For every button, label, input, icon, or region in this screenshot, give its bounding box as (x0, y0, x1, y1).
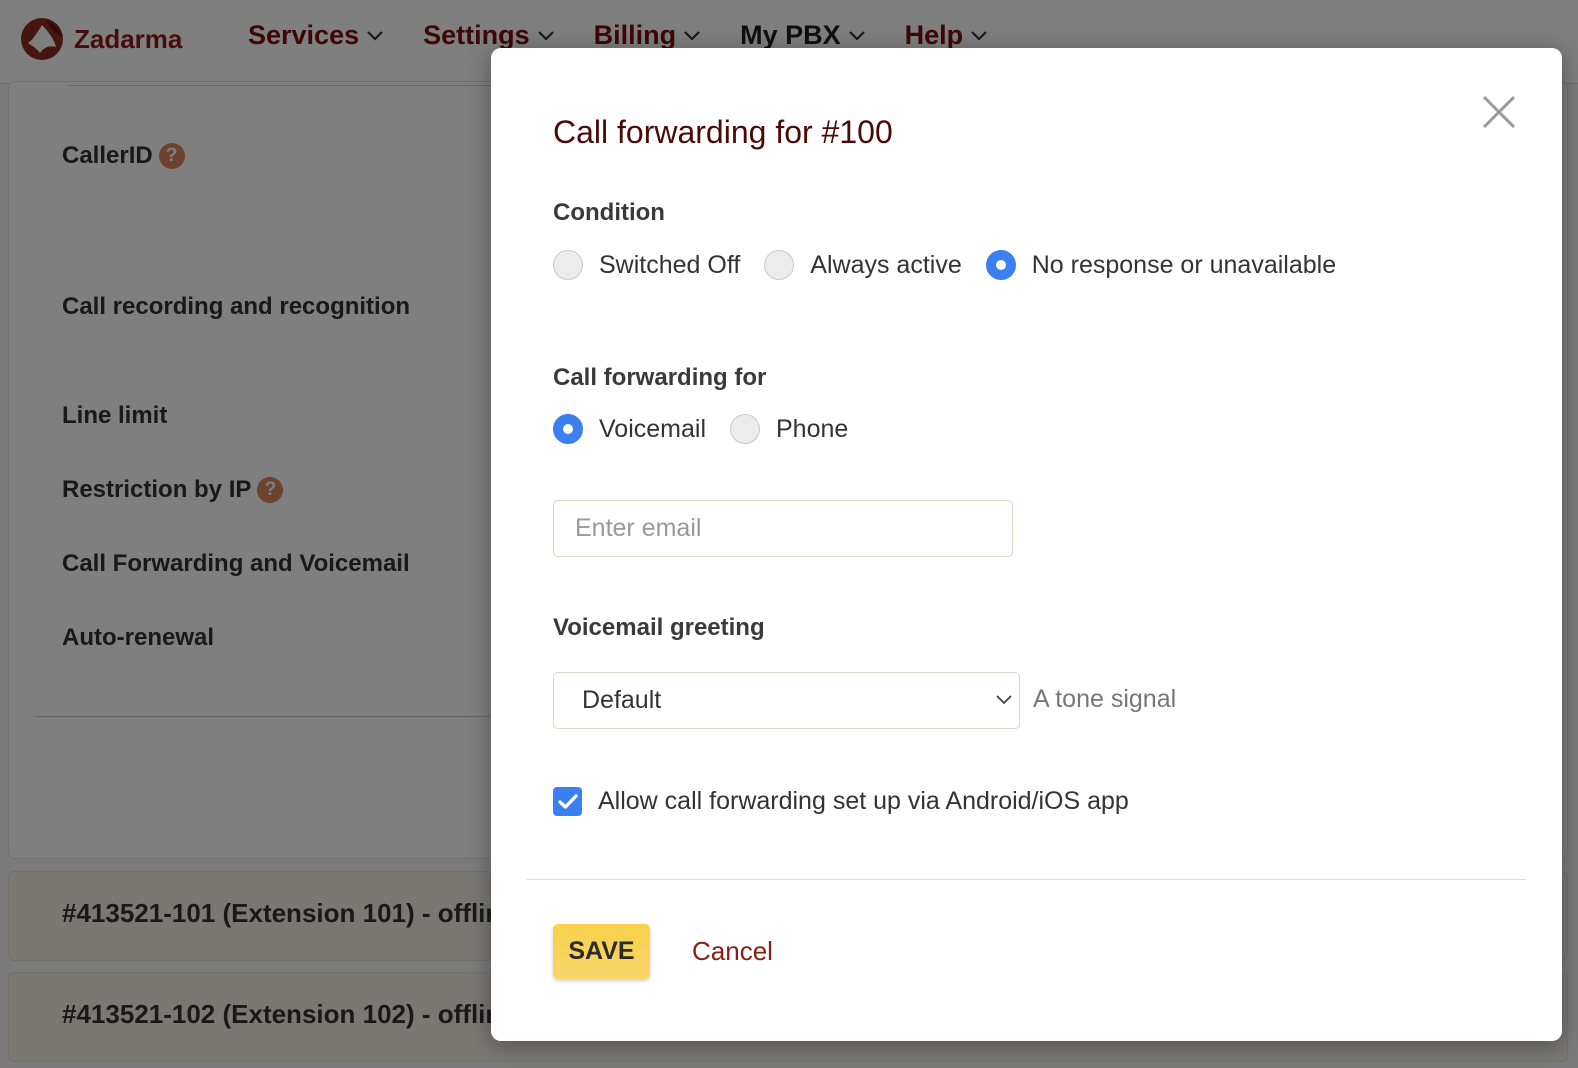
divider (527, 879, 1526, 880)
radio-button[interactable] (730, 414, 760, 444)
call-forwarding-dialog: Call forwarding for #100 Condition Switc… (491, 48, 1562, 1041)
radio-label: Always active (810, 250, 962, 279)
radio-button[interactable] (985, 250, 1016, 280)
radio-no-response[interactable]: No response or unavailable (985, 250, 1337, 280)
radio-label: Switched Off (599, 250, 741, 279)
condition-label: Condition (553, 199, 665, 226)
forwarding-for-label: Call forwarding for (553, 364, 767, 391)
voicemail-greeting-label: Voicemail greeting (553, 614, 765, 641)
radio-button[interactable] (553, 250, 583, 280)
radio-voicemail[interactable]: Voicemail (553, 414, 706, 444)
radio-always-active[interactable]: Always active (764, 250, 962, 280)
radio-switched-off[interactable]: Switched Off (553, 250, 740, 280)
radio-label: Voicemail (599, 414, 706, 443)
allow-app-checkbox-row[interactable]: Allow call forwarding set up via Android… (553, 787, 1129, 816)
radio-button[interactable] (553, 414, 583, 444)
greeting-select[interactable]: Default (553, 672, 1020, 729)
radio-label: Phone (776, 414, 849, 443)
dialog-title: Call forwarding for #100 (553, 114, 893, 150)
save-button[interactable]: SAVE (553, 924, 650, 979)
radio-label: No response or unavailable (1031, 250, 1337, 279)
allow-app-checkbox[interactable] (553, 787, 582, 816)
cancel-link[interactable]: Cancel (692, 936, 773, 967)
chevron-down-icon (996, 695, 1012, 705)
radio-phone[interactable]: Phone (730, 414, 848, 444)
checkbox-label: Allow call forwarding set up via Android… (598, 787, 1129, 815)
email-input[interactable] (553, 500, 1013, 557)
greeting-hint: A tone signal (1033, 685, 1177, 713)
forwarding-for-radio-group: Voicemail Phone (553, 414, 872, 444)
radio-button[interactable] (764, 250, 795, 280)
condition-radio-group: Switched Off Always active No response o… (553, 250, 1360, 280)
greeting-selected-value: Default (582, 686, 662, 714)
checkmark-icon (557, 793, 578, 809)
close-icon[interactable] (1481, 94, 1517, 130)
